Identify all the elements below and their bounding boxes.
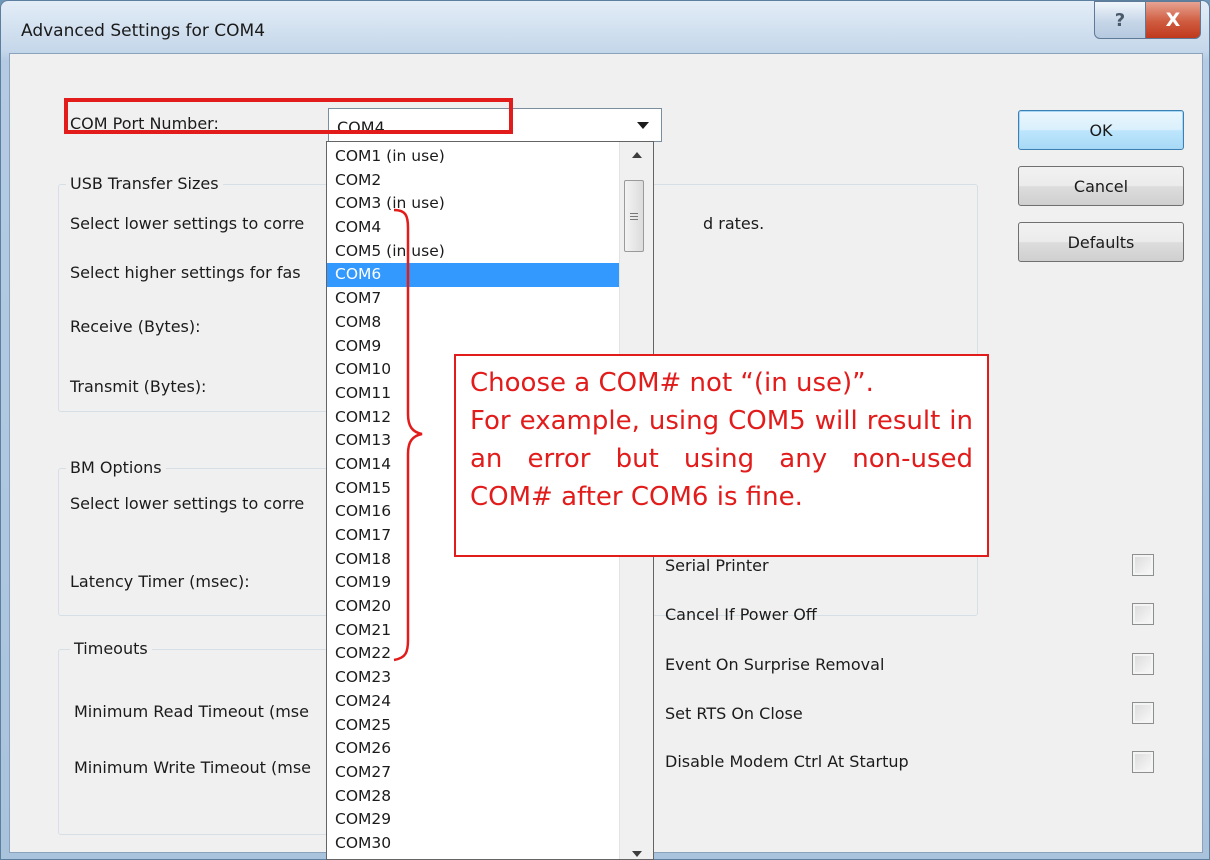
- com-port-option[interactable]: COM8: [327, 311, 619, 335]
- disable-modem-ctrl-checkbox[interactable]: [1132, 751, 1154, 773]
- set-rts-on-close-label: Set RTS On Close: [665, 704, 803, 723]
- com-port-option[interactable]: COM19: [327, 571, 619, 595]
- com-port-option[interactable]: COM25: [327, 714, 619, 738]
- com-port-highlight-box: [64, 98, 513, 134]
- usb-transfer-title: USB Transfer Sizes: [66, 174, 223, 193]
- defaults-label: Defaults: [1067, 232, 1135, 252]
- cancel-if-power-off-checkbox[interactable]: [1132, 603, 1154, 625]
- receive-bytes-label: Receive (Bytes):: [70, 317, 201, 336]
- com-port-option[interactable]: COM1 (in use): [327, 145, 619, 169]
- disable-modem-ctrl-label: Disable Modem Ctrl At Startup: [665, 752, 909, 771]
- min-write-timeout-label: Minimum Write Timeout (mse: [74, 758, 312, 777]
- curly-brace-icon: [393, 208, 423, 662]
- com-port-option[interactable]: COM28: [327, 785, 619, 809]
- annotation-callout: Choose a COM# not “(in use)”. For exampl…: [454, 354, 989, 557]
- serial-printer-label: Serial Printer: [665, 556, 769, 575]
- com-port-option[interactable]: COM5 (in use): [327, 240, 619, 264]
- window-title: Advanced Settings for COM4: [21, 21, 266, 41]
- timeouts-title: Timeouts: [70, 639, 152, 658]
- ok-button[interactable]: OK: [1018, 110, 1184, 150]
- latency-timer-label: Latency Timer (msec):: [70, 572, 250, 591]
- usb-transfer-desc-1-tail: d rates.: [703, 214, 765, 233]
- annotation-line-2: For example, using COM5 will result in a…: [470, 406, 973, 512]
- serial-printer-checkbox[interactable]: [1132, 554, 1154, 576]
- set-rts-on-close-checkbox[interactable]: [1132, 702, 1154, 724]
- bm-options-desc: Select lower settings to corre: [70, 494, 305, 513]
- annotation-line-1: Choose a COM# not “(in use)”.: [470, 368, 874, 398]
- com-port-option[interactable]: COM2: [327, 169, 619, 193]
- cancel-button[interactable]: Cancel: [1018, 166, 1184, 206]
- com-port-option[interactable]: COM22: [327, 642, 619, 666]
- bm-options-title: BM Options: [66, 458, 166, 477]
- com-port-option[interactable]: COM4: [327, 216, 619, 240]
- com-port-option[interactable]: COM6: [327, 263, 619, 288]
- min-read-timeout-label: Minimum Read Timeout (mse: [74, 702, 309, 721]
- com-port-option[interactable]: COM7: [327, 287, 619, 311]
- help-button[interactable]: ?: [1094, 1, 1146, 39]
- grip-icon: [630, 213, 638, 220]
- scroll-down-icon[interactable]: [632, 851, 642, 857]
- usb-transfer-desc-1: Select lower settings to corre: [70, 214, 305, 233]
- event-on-surprise-removal-checkbox[interactable]: [1132, 653, 1154, 675]
- com-port-option[interactable]: COM27: [327, 761, 619, 785]
- com-port-option[interactable]: COM26: [327, 737, 619, 761]
- chevron-down-icon[interactable]: [637, 122, 649, 129]
- com-port-option[interactable]: COM29: [327, 808, 619, 832]
- com-port-option[interactable]: COM24: [327, 690, 619, 714]
- transmit-bytes-label: Transmit (Bytes):: [70, 377, 207, 396]
- cancel-if-power-off-label: Cancel If Power Off: [665, 605, 817, 624]
- usb-transfer-desc-2: Select higher settings for fas: [70, 263, 301, 282]
- com-port-option[interactable]: COM21: [327, 619, 619, 643]
- help-icon: ?: [1114, 9, 1126, 31]
- com-port-option[interactable]: COM3 (in use): [327, 192, 619, 216]
- com-port-option[interactable]: COM23: [327, 666, 619, 690]
- event-on-surprise-removal-label: Event On Surprise Removal: [665, 655, 885, 674]
- com-port-option[interactable]: COM30: [327, 832, 619, 856]
- defaults-button[interactable]: Defaults: [1018, 222, 1184, 262]
- com-port-option[interactable]: COM20: [327, 595, 619, 619]
- close-icon: X: [1165, 9, 1181, 31]
- close-button[interactable]: X: [1145, 1, 1201, 39]
- scroll-thumb[interactable]: [624, 180, 644, 252]
- scroll-up-icon[interactable]: [632, 152, 642, 158]
